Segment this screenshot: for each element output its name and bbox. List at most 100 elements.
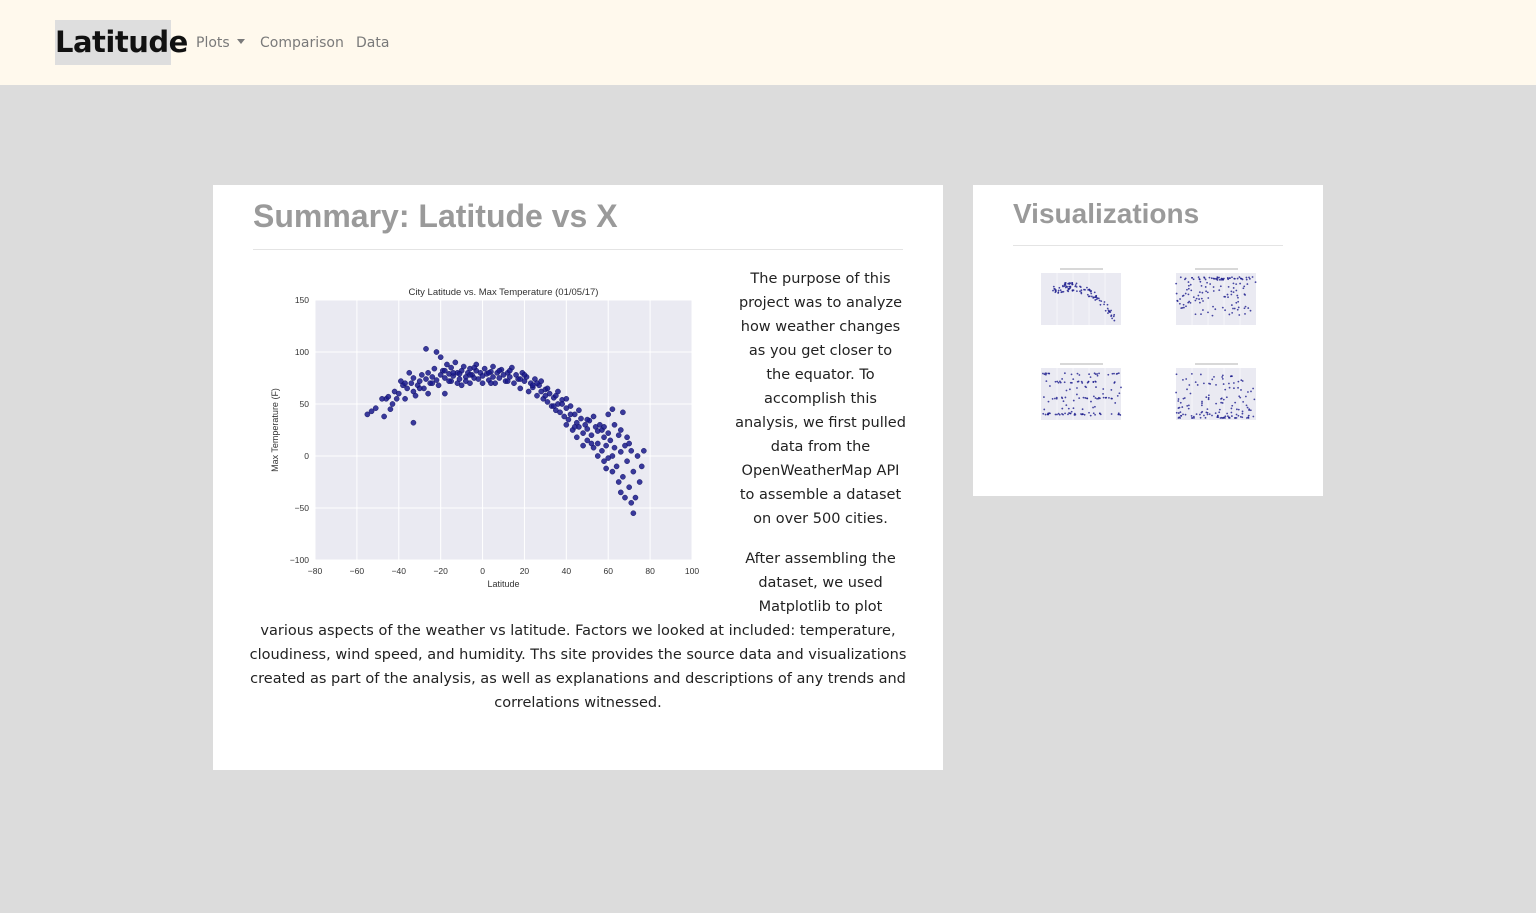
thumbnail-point xyxy=(1090,292,1093,295)
thumbnail-point xyxy=(1107,309,1110,312)
latitude-temperature-chart[interactable]: −80 −60 −40 −20 0 20 40 60 80 100 −100 −50 0 50 100 150… xyxy=(260,277,710,595)
thumbnail-point xyxy=(1248,408,1251,411)
thumbnail-point xyxy=(1184,413,1187,416)
data-point xyxy=(628,447,635,454)
thumbnail-point xyxy=(1116,394,1119,397)
thumbnail-point xyxy=(1233,387,1235,390)
nav-comparison-link[interactable]: Comparison xyxy=(260,34,344,52)
data-point xyxy=(429,380,436,386)
thumbnail-point xyxy=(1237,306,1240,309)
thumbnail-point xyxy=(1211,378,1214,381)
data-point xyxy=(584,426,591,432)
thumbnail-point xyxy=(1092,296,1095,299)
thumbnail-point xyxy=(1249,409,1252,412)
thumbnail-point xyxy=(1235,301,1238,304)
thumbnail-point xyxy=(1102,392,1104,395)
thumbnail-point xyxy=(1113,381,1116,383)
data-point xyxy=(435,382,442,389)
nav-plots-dropdown[interactable]: Plots xyxy=(196,34,245,52)
data-point xyxy=(557,409,563,416)
thumbnail-point xyxy=(1240,389,1242,391)
data-point xyxy=(611,444,618,451)
paragraph-line: Matplotlib to plot xyxy=(758,599,883,615)
thumbnail-point xyxy=(1052,289,1054,292)
data-point xyxy=(550,403,557,409)
thumbnail-point xyxy=(1200,297,1203,300)
data-point xyxy=(624,434,630,441)
thumbnail-point xyxy=(1200,313,1202,315)
nav-data-link[interactable]: Data xyxy=(356,34,389,52)
thumbnail-point xyxy=(1247,307,1250,309)
thumbnail-point xyxy=(1244,395,1247,398)
thumbnail-point xyxy=(1192,278,1195,281)
thumbnail-point xyxy=(1183,278,1186,281)
thumbnail-point xyxy=(1202,300,1204,302)
humidity-thumbnail[interactable] xyxy=(1170,265,1260,333)
thumbnail-point xyxy=(1108,396,1110,399)
data-point xyxy=(576,407,582,414)
thumbnail-point xyxy=(1229,277,1231,279)
data-point xyxy=(563,421,570,428)
thumbnail-point xyxy=(1045,380,1048,383)
thumbnail-point xyxy=(1231,311,1234,314)
thumbnail-point xyxy=(1093,372,1096,375)
thumbnail-point xyxy=(1193,416,1195,419)
thumbnail-point xyxy=(1093,405,1096,408)
thumbnail-point xyxy=(1061,284,1064,287)
thumbnail-point xyxy=(1177,398,1180,400)
thumbnail-point xyxy=(1110,397,1113,400)
data-point xyxy=(622,494,628,501)
thumbnail-point xyxy=(1070,373,1073,376)
brand-logo[interactable]: Latitude xyxy=(55,20,188,65)
thumbnail-point xyxy=(1060,396,1063,399)
thumbnail-point xyxy=(1072,378,1075,381)
thumbnail-point xyxy=(1043,396,1045,398)
thumbnail-point xyxy=(1049,412,1051,415)
data-point xyxy=(393,396,400,402)
temperature-thumbnail[interactable] xyxy=(1035,265,1125,333)
data-point xyxy=(634,453,641,459)
thumbnail-point xyxy=(1208,382,1210,385)
data-point xyxy=(406,370,413,376)
thumbnail-point xyxy=(1231,375,1233,378)
thumbnail-point xyxy=(1233,307,1236,310)
data-point xyxy=(389,401,396,407)
thumbnail-point xyxy=(1187,301,1190,304)
paragraph-line: analysis, we first pulled xyxy=(735,415,906,431)
thumbnail-point xyxy=(1067,407,1070,410)
thumbnail-point xyxy=(1211,414,1213,417)
thumbnail-point xyxy=(1190,417,1193,419)
thumbnail-point xyxy=(1221,306,1224,309)
thumbnail-point xyxy=(1204,416,1207,419)
thumbnail-point xyxy=(1054,397,1056,400)
thumbnail-point xyxy=(1235,289,1238,292)
data-point xyxy=(448,364,454,371)
thumbnail-point xyxy=(1191,276,1193,279)
data-point xyxy=(425,370,431,376)
thumbnail-point xyxy=(1227,286,1230,288)
data-point xyxy=(372,405,379,411)
thumbnail-point xyxy=(1081,382,1084,384)
thumbnail-point xyxy=(1241,412,1244,415)
thumbnail-point xyxy=(1216,276,1219,278)
thumbnail-point xyxy=(1076,393,1078,396)
data-point xyxy=(530,382,536,389)
data-point xyxy=(584,416,591,423)
data-point xyxy=(496,367,503,374)
cloudiness-thumbnail[interactable] xyxy=(1035,360,1125,428)
thumbnail-point xyxy=(1201,402,1203,405)
data-point xyxy=(471,364,477,371)
paragraph-line: various aspects of the weather vs latitu… xyxy=(260,623,896,639)
data-point xyxy=(571,424,578,430)
data-point xyxy=(525,388,532,395)
data-point xyxy=(578,415,584,422)
thumbnail-point xyxy=(1237,380,1240,383)
thumbnail-point xyxy=(1098,299,1101,302)
thumbnail-point xyxy=(1237,296,1239,299)
data-point xyxy=(437,354,444,360)
thumbnail-point xyxy=(1232,282,1235,285)
thumbnail-point xyxy=(1089,376,1092,379)
wind-speed-thumbnail[interactable] xyxy=(1170,360,1260,428)
thumbnail-point xyxy=(1241,278,1244,281)
summary-paragraph-2-full: various aspects of the weather vs latitu… xyxy=(243,619,913,715)
